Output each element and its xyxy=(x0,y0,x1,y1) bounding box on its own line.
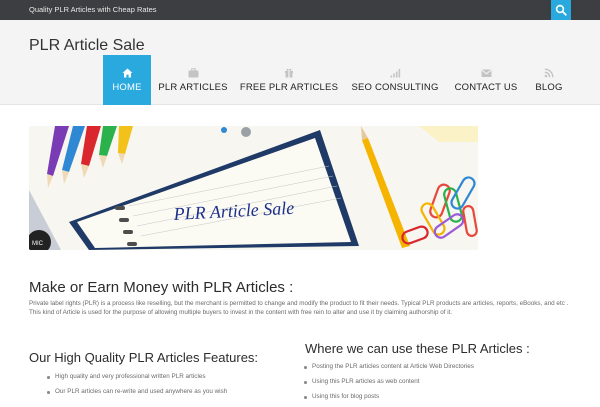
uses-list: Posting the PLR articles content at Arti… xyxy=(304,362,474,407)
main-heading: Make or Earn Money with PLR Articles : xyxy=(29,279,294,296)
nav-label: HOME xyxy=(112,82,142,93)
list-item: Posting the PLR articles content at Arti… xyxy=(304,362,474,372)
list-item: High quality and very professional writt… xyxy=(47,372,227,382)
top-bar: Quality PLR Articles with Cheap Rates xyxy=(0,0,600,20)
banner-illustration: PLR Article Sale MIC xyxy=(29,126,478,250)
briefcase-icon xyxy=(188,68,198,78)
nav-label: CONTACT US xyxy=(454,82,518,93)
gift-icon xyxy=(285,68,293,78)
nav-item-plr-articles[interactable]: PLR ARTICLES xyxy=(155,55,231,105)
banner-badge: MIC xyxy=(32,241,44,247)
nav-label: PLR ARTICLES xyxy=(158,82,228,93)
features-heading: Our High Quality PLR Articles Features: xyxy=(29,350,259,365)
nav-label: FREE PLR ARTICLES xyxy=(239,82,339,93)
rss-icon xyxy=(544,68,554,78)
uses-heading: Where we can use these PLR Articles : xyxy=(305,341,530,356)
features-list: High quality and very professional writt… xyxy=(47,372,227,402)
nav-label: SEO CONSULTING xyxy=(351,82,439,93)
nav-item-home[interactable]: HOME xyxy=(103,55,151,105)
envelope-icon xyxy=(480,69,492,77)
list-item: Our PLR articles can re-write and used a… xyxy=(47,387,227,397)
site-header: PLR Article Sale HOME PLR ARTICLES FREE … xyxy=(0,20,600,105)
signal-bars-icon xyxy=(390,69,400,78)
main-navigation: HOME PLR ARTICLES FREE PLR ARTICLES SEO … xyxy=(0,55,600,105)
search-button[interactable] xyxy=(551,0,571,20)
nav-item-seo-consulting[interactable]: SEO CONSULTING xyxy=(347,55,443,105)
nav-item-blog[interactable]: BLOG xyxy=(530,55,568,105)
hero-banner: PLR Article Sale MIC xyxy=(29,126,478,250)
list-item: Using this for blog posts xyxy=(304,392,474,402)
nav-item-free-plr-articles[interactable]: FREE PLR ARTICLES xyxy=(238,55,340,105)
search-icon xyxy=(555,4,567,16)
site-title[interactable]: PLR Article Sale xyxy=(29,37,145,55)
home-icon xyxy=(122,68,132,78)
site-tagline: Quality PLR Articles with Cheap Rates xyxy=(29,5,157,14)
nav-item-contact-us[interactable]: CONTACT US xyxy=(450,55,522,105)
intro-paragraph: Private label rights (PLR) is a process … xyxy=(29,300,569,316)
list-item: Using this PLR articles as web content xyxy=(304,377,474,387)
nav-label: BLOG xyxy=(535,82,563,93)
